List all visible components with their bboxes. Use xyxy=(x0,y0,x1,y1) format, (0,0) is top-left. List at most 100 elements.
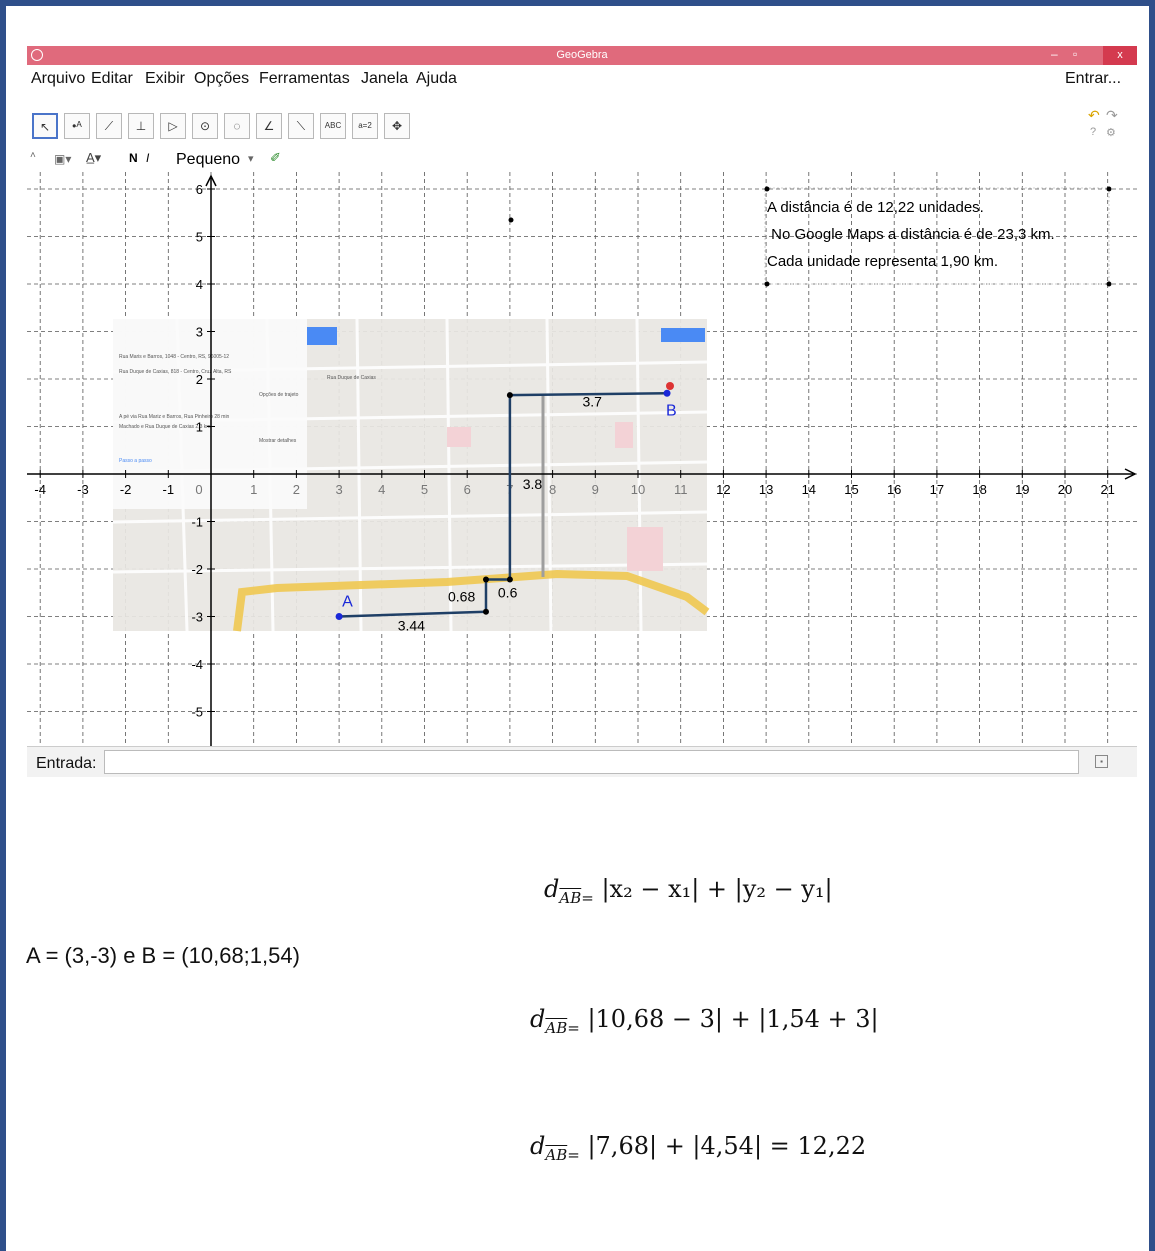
formula-d-symbol: d xyxy=(530,1132,546,1160)
x-tick-label: 11 xyxy=(674,482,688,497)
route-vertex xyxy=(482,576,489,583)
y-tick-label: 1 xyxy=(196,420,203,435)
input-bar-field[interactable] xyxy=(104,750,1079,774)
route-vertex xyxy=(506,576,513,583)
menu-ajuda[interactable]: Ajuda xyxy=(416,70,457,88)
x-tick-label: 16 xyxy=(887,482,901,497)
map-search-button xyxy=(307,327,337,345)
move-tool-icon[interactable]: ↖ xyxy=(32,113,58,139)
minimize-button[interactable]: – xyxy=(1051,47,1058,61)
map-route-text: A pé via Rua Mariz e Barros, Rua Pinheir… xyxy=(119,414,230,420)
reflect-tool-icon[interactable]: ⟍ xyxy=(288,113,314,139)
italic-icon[interactable]: I xyxy=(146,151,149,165)
x-tick-label: 20 xyxy=(1058,482,1072,497)
formula-d-symbol: d xyxy=(530,1005,546,1033)
pin-icon[interactable]: ✐ xyxy=(270,150,281,166)
redo-icon[interactable]: ↷ xyxy=(1106,107,1118,124)
info-line-unit: Cada unidade representa 1,90 km. xyxy=(767,253,998,270)
slider-tool-icon[interactable]: a=2 xyxy=(352,113,378,139)
menu-bar: Arquivo Editar Exibir Opções Ferramentas… xyxy=(27,65,1137,91)
segment-label-3-8: 3.8 xyxy=(523,476,543,492)
info-corner-point xyxy=(1106,186,1112,192)
y-tick-label: 3 xyxy=(196,325,203,340)
map-street-label: Rua Duque de Caxias xyxy=(327,375,376,381)
route-vertex xyxy=(482,608,489,615)
move-view-tool-icon[interactable]: ✥ xyxy=(384,113,410,139)
menu-arquivo[interactable]: Arquivo xyxy=(31,70,85,88)
route-vertex xyxy=(506,392,513,399)
point-b-label: B xyxy=(666,402,677,419)
grid-toggle-icon[interactable]: ▣▾ xyxy=(54,152,71,166)
info-corner-point xyxy=(1106,281,1112,287)
stray-point xyxy=(508,217,514,223)
graphics-view[interactable]: Rua Maris e Barros, 1048 - Centro, RS, 9… xyxy=(27,172,1137,746)
text-tool-icon[interactable]: ABC xyxy=(320,113,346,139)
login-link[interactable]: Entrar... xyxy=(1065,70,1121,88)
formula-d-symbol: d xyxy=(544,875,560,903)
angle-tool-icon[interactable]: ∠ xyxy=(256,113,282,139)
window-title: GeoGebra xyxy=(556,49,608,61)
menu-exibir[interactable]: Exibir xyxy=(145,70,185,88)
input-bar: Entrada: ▪ xyxy=(27,746,1137,777)
style-bar-toggle-icon[interactable]: ˄ xyxy=(30,150,36,161)
x-tick-label: -4 xyxy=(34,482,46,497)
x-tick-label: 13 xyxy=(759,482,773,497)
x-tick-label: 5 xyxy=(421,482,428,497)
info-corner-point xyxy=(764,281,770,287)
bold-icon[interactable]: N xyxy=(129,151,138,165)
formula-expression: |10,68 − 3| + |1,54 + 3| xyxy=(587,1005,879,1033)
formula-result: dAB= |7,68| + |4,54| = 12,22 xyxy=(530,1132,867,1164)
y-tick-label: 6 xyxy=(196,182,203,197)
map-destination-marker-icon xyxy=(666,382,674,390)
x-tick-label: 17 xyxy=(930,482,944,497)
x-tick-label: 4 xyxy=(378,482,385,497)
formula-expression: |x₂ − x₁| + |y₂ − y₁| xyxy=(601,875,833,903)
y-tick-label: -2 xyxy=(191,562,203,577)
info-corner-point xyxy=(764,186,770,192)
x-tick-label: 18 xyxy=(972,482,986,497)
point-b xyxy=(663,389,671,397)
map-screenshot: Rua Maris e Barros, 1048 - Centro, RS, 9… xyxy=(112,318,710,632)
y-tick-label: -5 xyxy=(191,705,203,720)
restore-button[interactable]: ▫ xyxy=(1073,47,1077,61)
menu-ferramentas[interactable]: Ferramentas xyxy=(259,70,350,88)
y-tick-label: -4 xyxy=(191,657,203,672)
keyboard-icon[interactable]: ▪ xyxy=(1095,755,1108,768)
map-steps-link: Passo a passo xyxy=(119,458,152,464)
undo-icon[interactable]: ↶ xyxy=(1088,107,1100,124)
x-tick-label: -3 xyxy=(77,482,89,497)
x-tick-label: -1 xyxy=(163,482,175,497)
menu-editar[interactable]: Editar xyxy=(91,70,133,88)
circle-tool-icon[interactable]: ⊙ xyxy=(192,113,218,139)
segment-label-0-68: 0.68 xyxy=(448,589,475,605)
formula-subscript: AB xyxy=(559,888,582,907)
map-origin-text: Rua Maris e Barros, 1048 - Centro, RS, 9… xyxy=(119,354,229,360)
menu-opcoes[interactable]: Opções xyxy=(194,70,249,88)
polygon-tool-icon[interactable]: ▷ xyxy=(160,113,186,139)
perpendicular-tool-icon[interactable]: ⊥ xyxy=(128,113,154,139)
formula-subscript: AB xyxy=(545,1145,568,1164)
settings-icon[interactable]: ⚙ xyxy=(1106,126,1116,139)
x-tick-label: 9 xyxy=(592,482,599,497)
x-tick-label: 14 xyxy=(802,482,816,497)
menu-janela[interactable]: Janela xyxy=(361,70,408,88)
x-tick-label: 15 xyxy=(844,482,858,497)
close-button[interactable]: x xyxy=(1103,46,1137,65)
input-bar-label: Entrada: xyxy=(36,755,97,772)
formula-general: dAB= |x₂ − x₁| + |y₂ − y₁| xyxy=(544,875,833,907)
info-line-distance: A distância é de 12,22 unidades. xyxy=(767,199,984,216)
point-tool-icon[interactable]: •ᴬ xyxy=(64,113,90,139)
segment-label-3-7: 3.7 xyxy=(582,394,602,410)
color-picker-icon[interactable]: A̲▾ xyxy=(86,150,101,166)
formula-substituted: dAB= |10,68 − 3| + |1,54 + 3| xyxy=(530,1005,879,1037)
x-tick-label: 8 xyxy=(549,482,556,497)
points-line: A = (3,-3) e B = (10,68;1,54) xyxy=(26,943,300,968)
text-size-dropdown-icon[interactable]: ▾ xyxy=(248,152,254,165)
segment-label-3-44: 3.44 xyxy=(398,618,425,634)
x-tick-label: 12 xyxy=(716,482,730,497)
help-icon[interactable]: ? xyxy=(1090,126,1096,138)
line-tool-icon[interactable]: ⟋ xyxy=(96,113,122,139)
circle-three-points-tool-icon[interactable]: ◌ xyxy=(224,113,250,139)
x-tick-label: 19 xyxy=(1015,482,1029,497)
text-size-select[interactable]: Pequeno xyxy=(176,151,240,169)
